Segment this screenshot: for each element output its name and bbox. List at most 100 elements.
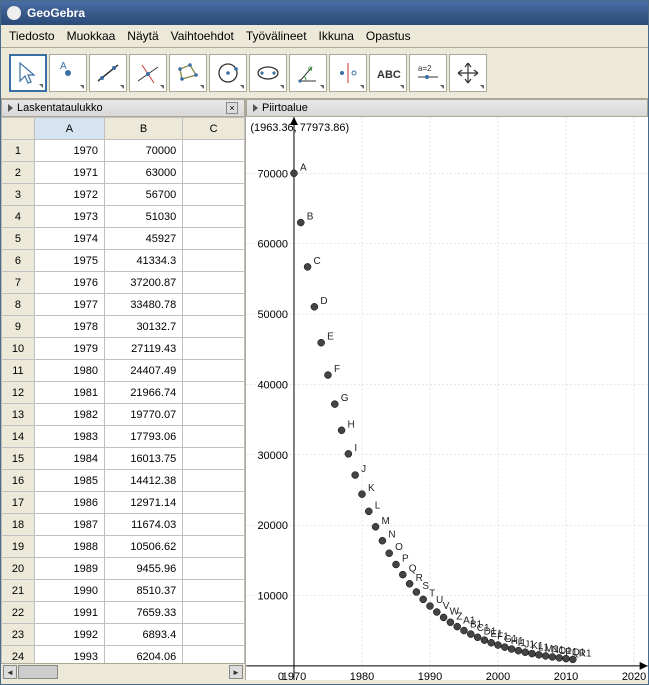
data-point[interactable] [358,491,365,498]
tool-reflect[interactable] [329,54,367,92]
menu-edit[interactable]: Muokkaa [67,29,116,43]
data-point[interactable] [556,654,563,661]
table-row[interactable]: 9 1978 30132.7 [2,316,245,338]
data-point[interactable] [549,653,556,660]
table-row[interactable]: 1 1970 70000 [2,140,245,162]
spreadsheet-grid[interactable]: A B C 1 1970 70000 2 1971 63000 3 1972 5… [1,117,245,663]
cell-A[interactable]: 1980 [34,360,104,382]
cell-B[interactable]: 37200.87 [104,272,182,294]
cell-A[interactable]: 1978 [34,316,104,338]
data-point[interactable] [345,450,352,457]
cell-A[interactable]: 1979 [34,338,104,360]
row-header[interactable]: 5 [2,228,35,250]
menu-options[interactable]: Vaihtoehdot [171,29,234,43]
data-point[interactable] [467,631,474,638]
scroll-left-icon[interactable]: ◄ [3,665,17,679]
data-point[interactable] [495,642,502,649]
table-row[interactable]: 10 1979 27119.43 [2,338,245,360]
data-point[interactable] [563,655,570,662]
cell-B[interactable]: 70000 [104,140,182,162]
cell-A[interactable]: 1970 [34,140,104,162]
tool-circle[interactable] [209,54,247,92]
row-header[interactable]: 11 [2,360,35,382]
tool-polygon[interactable] [169,54,207,92]
cell-C[interactable] [183,580,245,602]
cell-C[interactable] [183,206,245,228]
data-point[interactable] [433,609,440,616]
cell-C[interactable] [183,602,245,624]
row-header[interactable]: 2 [2,162,35,184]
data-point[interactable] [474,634,481,641]
data-point[interactable] [535,651,542,658]
corner-cell[interactable] [2,118,35,140]
cell-C[interactable] [183,426,245,448]
data-point[interactable] [331,401,338,408]
cell-B[interactable]: 21966.74 [104,382,182,404]
cell-A[interactable]: 1977 [34,294,104,316]
tool-angle[interactable]: α [289,54,327,92]
cell-C[interactable] [183,184,245,206]
menu-tools[interactable]: Työvälineet [246,29,307,43]
cell-C[interactable] [183,404,245,426]
cell-B[interactable]: 12971.14 [104,492,182,514]
data-point[interactable] [501,644,508,651]
table-row[interactable]: 6 1975 41334.3 [2,250,245,272]
table-row[interactable]: 12 1981 21966.74 [2,382,245,404]
cell-C[interactable] [183,162,245,184]
cell-A[interactable]: 1973 [34,206,104,228]
data-point[interactable] [399,571,406,578]
data-point[interactable] [318,339,325,346]
cell-A[interactable]: 1986 [34,492,104,514]
cell-B[interactable]: 51030 [104,206,182,228]
cell-C[interactable] [183,624,245,646]
data-point[interactable] [420,596,427,603]
cell-B[interactable]: 14412.38 [104,470,182,492]
tool-ellipse[interactable] [249,54,287,92]
col-C[interactable]: C [183,118,245,140]
data-point[interactable] [542,652,549,659]
cell-C[interactable] [183,272,245,294]
cell-B[interactable]: 17793.06 [104,426,182,448]
table-row[interactable]: 7 1976 37200.87 [2,272,245,294]
tool-move-view[interactable] [449,54,487,92]
data-point[interactable] [488,639,495,646]
table-row[interactable]: 14 1983 17793.06 [2,426,245,448]
cell-C[interactable] [183,228,245,250]
h-scrollbar[interactable]: ◄ ► [1,663,245,680]
row-header[interactable]: 16 [2,470,35,492]
table-row[interactable]: 20 1989 9455.96 [2,558,245,580]
cell-C[interactable] [183,360,245,382]
data-point[interactable] [324,372,331,379]
cell-A[interactable]: 1983 [34,426,104,448]
row-header[interactable]: 18 [2,514,35,536]
row-header[interactable]: 4 [2,206,35,228]
cell-B[interactable]: 45927 [104,228,182,250]
plot-area[interactable]: (1963.36, 77973.86)197019801990200020102… [246,117,648,680]
data-point[interactable] [365,508,372,515]
menu-help[interactable]: Opastus [366,29,411,43]
row-header[interactable]: 17 [2,492,35,514]
cell-A[interactable]: 1975 [34,250,104,272]
cell-C[interactable] [183,140,245,162]
scroll-right-icon[interactable]: ► [229,665,243,679]
table-row[interactable]: 18 1987 11674.03 [2,514,245,536]
close-icon[interactable]: × [226,102,238,114]
row-header[interactable]: 8 [2,294,35,316]
cell-A[interactable]: 1993 [34,646,104,664]
table-row[interactable]: 19 1988 10506.62 [2,536,245,558]
data-point[interactable] [440,614,447,621]
row-header[interactable]: 15 [2,448,35,470]
scroll-thumb[interactable] [18,665,58,679]
table-row[interactable]: 13 1982 19770.07 [2,404,245,426]
cell-B[interactable]: 9455.96 [104,558,182,580]
data-point[interactable] [297,219,304,226]
cell-A[interactable]: 1971 [34,162,104,184]
menu-view[interactable]: Näytä [127,29,158,43]
row-header[interactable]: 21 [2,580,35,602]
row-header[interactable]: 9 [2,316,35,338]
tool-pointer[interactable] [9,54,47,92]
data-point[interactable] [304,263,311,270]
col-B[interactable]: B [104,118,182,140]
data-point[interactable] [454,623,461,630]
plot-svg[interactable]: (1963.36, 77973.86)197019801990200020102… [246,117,648,680]
